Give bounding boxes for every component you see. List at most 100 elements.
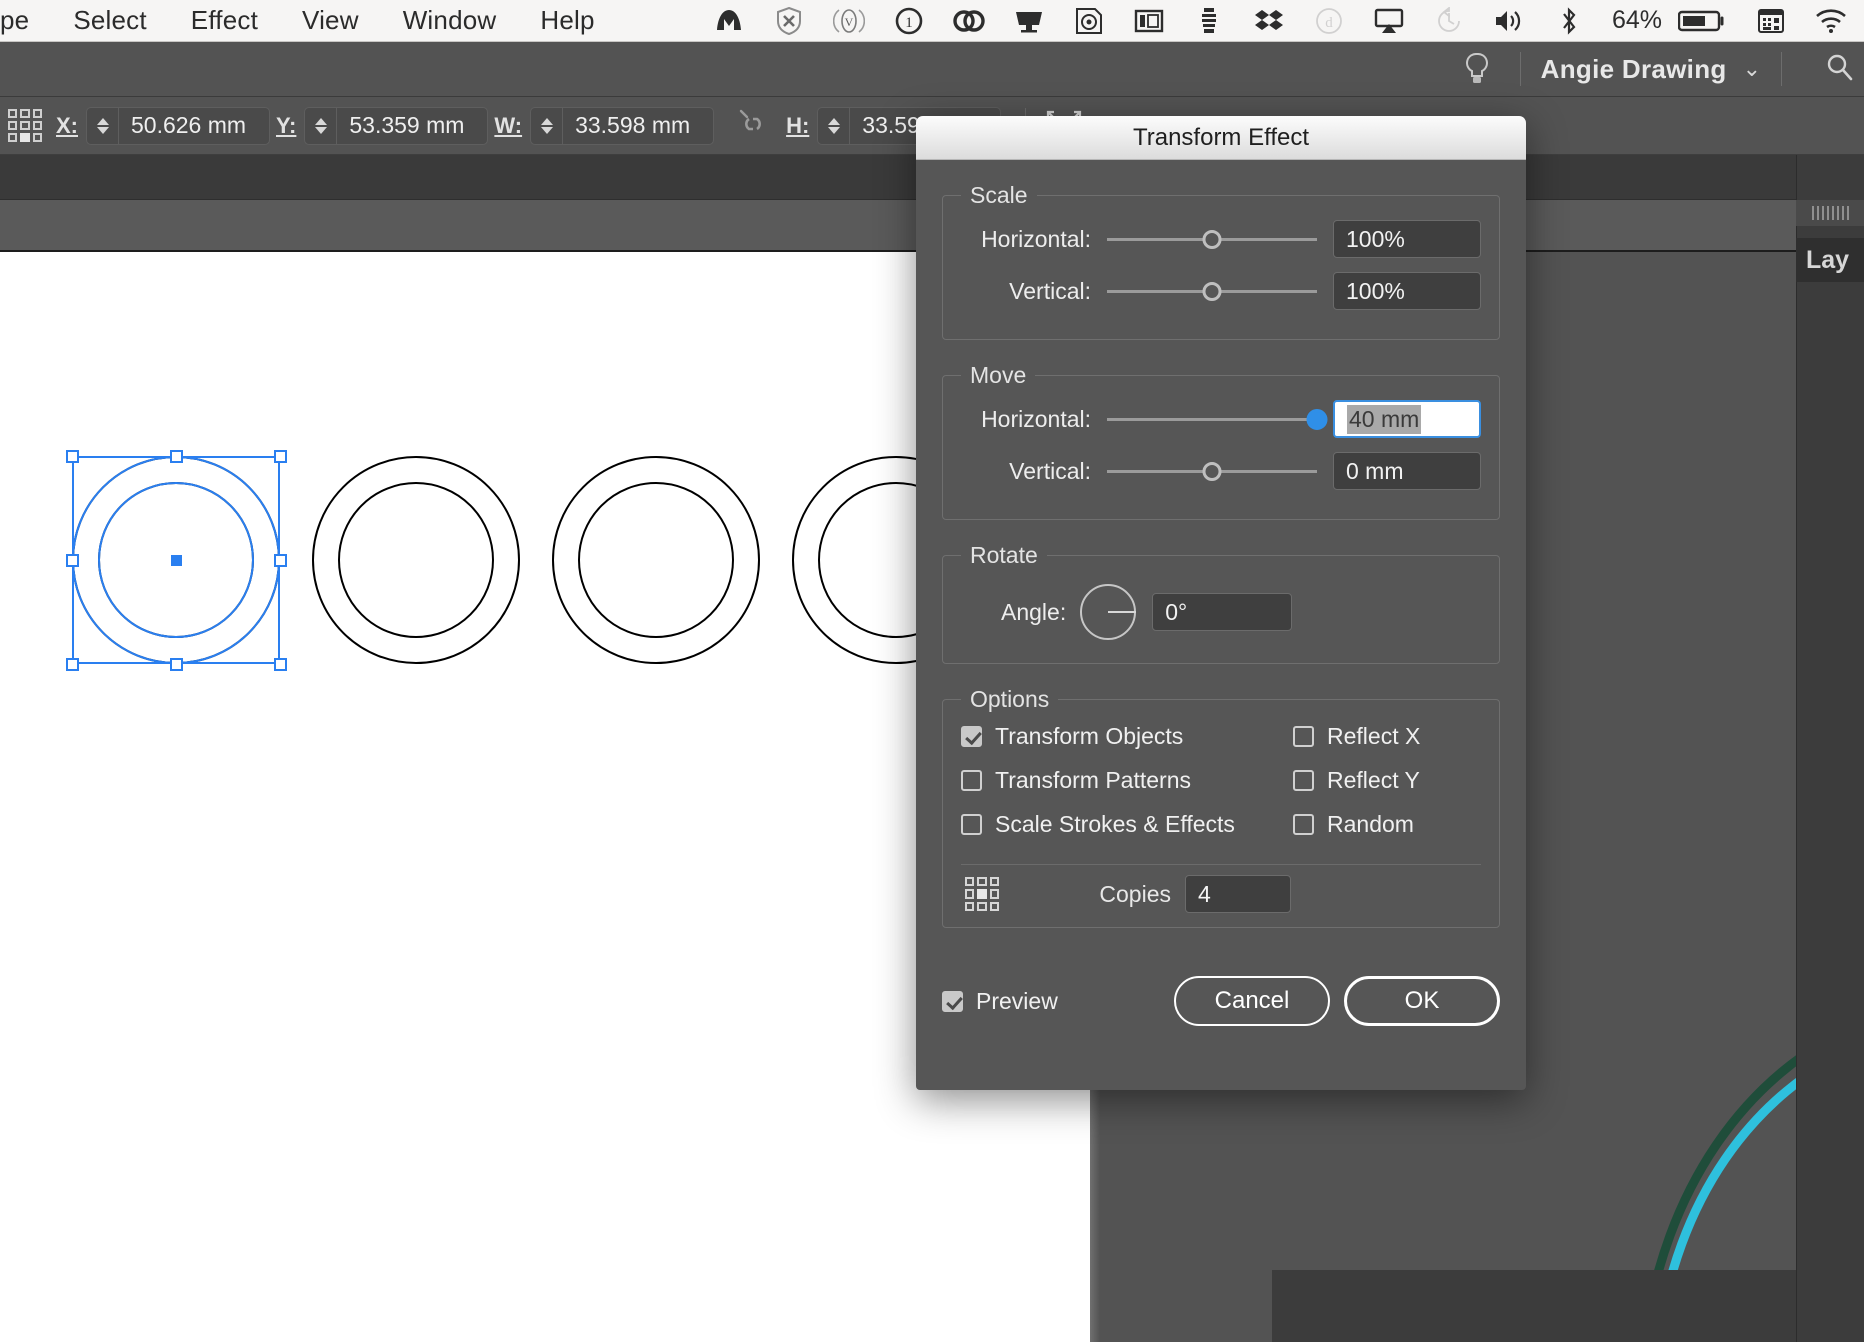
keyboard-viewer-icon[interactable] (1754, 6, 1788, 36)
checkbox-box[interactable] (942, 990, 963, 1012)
slider-thumb[interactable] (1202, 281, 1222, 301)
ref-cell[interactable] (8, 120, 18, 131)
panel-drag-handle[interactable] (1796, 200, 1864, 226)
ref-cell[interactable] (965, 877, 975, 887)
handle-bottom-right[interactable] (274, 658, 287, 671)
ref-cell[interactable] (977, 877, 987, 887)
circle-inner-2[interactable] (338, 482, 494, 638)
airplay-display-icon[interactable] (1012, 6, 1046, 36)
rotate-angle-field[interactable]: 0° (1152, 593, 1293, 631)
menu-item-help[interactable]: Help (518, 5, 616, 36)
menu-item-effect[interactable]: Effect (169, 5, 280, 36)
stack-icon[interactable] (1192, 6, 1226, 36)
center-anchor-point[interactable] (171, 555, 182, 566)
ref-cell-active[interactable] (977, 889, 987, 899)
ref-cell[interactable] (965, 889, 975, 899)
window-layout-icon[interactable] (1132, 6, 1166, 36)
broken-link-icon[interactable] (736, 109, 770, 142)
slider-thumb[interactable] (1202, 461, 1222, 481)
checkbox-reflect-y[interactable]: Reflect Y (1293, 767, 1420, 794)
ref-cell[interactable] (32, 108, 42, 118)
vanta-icon[interactable]: V (832, 6, 866, 36)
checkbox-box[interactable] (961, 726, 982, 747)
checkbox-preview[interactable]: Preview (942, 988, 1058, 1015)
ref-cell-active[interactable] (20, 133, 30, 143)
handle-bottom-left[interactable] (66, 658, 79, 671)
chevron-down-icon[interactable]: ⌄ (1743, 56, 1761, 82)
ref-cell[interactable] (977, 901, 987, 911)
angle-dial[interactable] (1080, 584, 1137, 640)
lightbulb-icon[interactable] (1454, 52, 1500, 86)
reference-point-grid-icon[interactable] (965, 877, 999, 911)
handle-top-center[interactable] (170, 450, 183, 463)
move-vertical-field[interactable]: 0 mm (1333, 452, 1481, 490)
width-stepper[interactable] (530, 106, 563, 145)
ref-cell[interactable] (32, 133, 42, 143)
menu-item-window[interactable]: Window (381, 5, 519, 36)
handle-middle-right[interactable] (274, 554, 287, 567)
slider-thumb[interactable] (1202, 229, 1222, 249)
dashlane-icon[interactable]: d (1312, 6, 1346, 36)
scale-horizontal-slider[interactable] (1107, 223, 1317, 255)
ref-cell[interactable] (8, 133, 18, 143)
ref-cell[interactable] (965, 901, 975, 911)
checkbox-box[interactable] (1293, 770, 1314, 791)
handle-top-left[interactable] (66, 450, 79, 463)
checkbox-box[interactable] (1293, 814, 1314, 835)
width-field[interactable]: 33.598 mm (562, 106, 715, 145)
checkbox-box[interactable] (961, 814, 982, 835)
checkbox-transform-patterns[interactable]: Transform Patterns (961, 767, 1293, 794)
x-position-stepper[interactable] (86, 106, 118, 145)
dropbox-icon[interactable] (1252, 6, 1286, 36)
search-icon[interactable] (1824, 52, 1854, 87)
checkbox-box[interactable] (1293, 726, 1314, 747)
battery-icon[interactable] (1676, 6, 1728, 36)
checkbox-scale-strokes-effects[interactable]: Scale Strokes & Effects (961, 811, 1293, 838)
handle-bottom-center[interactable] (170, 658, 183, 671)
handle-middle-left[interactable] (66, 554, 79, 567)
ref-cell[interactable] (989, 901, 999, 911)
reference-point-grid-icon[interactable] (8, 108, 42, 143)
ref-cell[interactable] (20, 108, 30, 118)
menu-item-shape[interactable]: pe (0, 5, 51, 36)
shield-x-icon[interactable] (772, 6, 806, 36)
ref-cell[interactable] (20, 120, 30, 131)
checkbox-transform-objects[interactable]: Transform Objects (961, 723, 1293, 750)
menu-item-view[interactable]: View (280, 5, 381, 36)
ref-cell[interactable] (32, 120, 42, 131)
checkbox-reflect-x[interactable]: Reflect X (1293, 723, 1420, 750)
checkbox-box[interactable] (961, 770, 982, 791)
time-machine-icon[interactable] (1432, 6, 1466, 36)
height-stepper[interactable] (817, 106, 850, 145)
wifi-icon[interactable] (1814, 6, 1848, 36)
move-horizontal-slider[interactable] (1107, 403, 1328, 435)
volume-icon[interactable] (1492, 6, 1526, 36)
disc-icon[interactable] (1072, 6, 1106, 36)
ref-cell[interactable] (8, 108, 18, 118)
scale-vertical-slider[interactable] (1107, 275, 1317, 307)
handle-top-right[interactable] (274, 450, 287, 463)
bluetooth-icon[interactable] (1552, 6, 1586, 36)
move-vertical-slider[interactable] (1107, 455, 1317, 487)
creative-cloud-icon[interactable] (952, 6, 986, 36)
nordvpn-icon[interactable] (712, 6, 746, 36)
scale-horizontal-field[interactable]: 100% (1333, 220, 1481, 258)
onepassword-icon[interactable]: 1 (892, 6, 926, 36)
dialog-title-bar[interactable]: Transform Effect (916, 116, 1526, 160)
ref-cell[interactable] (989, 889, 999, 899)
cancel-button[interactable]: Cancel (1174, 976, 1330, 1026)
x-position-field[interactable]: 50.626 mm (118, 106, 270, 145)
checkbox-random[interactable]: Random (1293, 811, 1420, 838)
y-position-field[interactable]: 53.359 mm (336, 106, 489, 145)
ref-cell[interactable] (989, 877, 999, 887)
menu-item-select[interactable]: Select (51, 5, 168, 36)
ok-button[interactable]: OK (1344, 976, 1500, 1026)
move-horizontal-field[interactable]: 40 mm (1333, 400, 1481, 438)
copies-field[interactable]: 4 (1185, 875, 1291, 913)
circle-inner-3[interactable] (578, 482, 734, 638)
scale-vertical-field[interactable]: 100% (1333, 272, 1481, 310)
airplay-icon[interactable] (1372, 6, 1406, 36)
slider-thumb-active[interactable] (1306, 408, 1328, 430)
panel-tab-layers[interactable]: Lay (1796, 238, 1864, 282)
y-position-stepper[interactable] (304, 106, 337, 145)
